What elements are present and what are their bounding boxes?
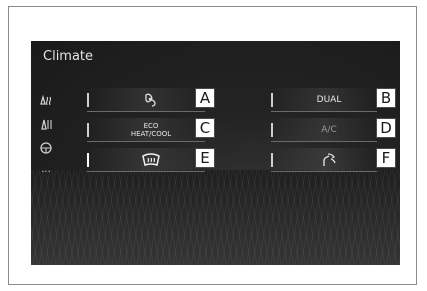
eco-heat-cool-button[interactable]: ECO HEAT/COOL — [87, 118, 205, 142]
more-dots-icon[interactable]: ... — [38, 165, 54, 179]
button-indicator — [87, 153, 89, 167]
fan-defog-button[interactable] — [87, 88, 205, 112]
callout-e: E — [195, 148, 215, 168]
ac-button[interactable]: A/C — [271, 118, 377, 142]
button-indicator — [87, 93, 89, 107]
button-indicator — [271, 153, 273, 167]
eco-label: ECO — [143, 121, 159, 130]
air-intake-icon — [281, 148, 377, 171]
button-indicator — [271, 123, 273, 137]
air-intake-button[interactable] — [271, 148, 377, 172]
dual-label: DUAL — [316, 94, 342, 105]
floor-texture — [31, 170, 400, 265]
callout-a: A — [195, 88, 215, 108]
ac-label: A/C — [321, 124, 337, 135]
screen-title: Climate — [43, 49, 94, 64]
defroster-icon — [97, 148, 205, 171]
seat-heat-icon[interactable] — [38, 93, 54, 107]
callout-c: C — [195, 118, 215, 138]
fan-icon — [97, 88, 205, 111]
button-indicator — [87, 123, 89, 137]
callout-b: B — [376, 88, 396, 108]
dual-button[interactable]: DUAL — [271, 88, 377, 112]
steering-heat-icon[interactable] — [38, 141, 54, 155]
eco-heat-cool-label: ECO HEAT/COOL — [97, 118, 205, 141]
seat-vent-icon[interactable] — [38, 117, 54, 131]
windshield-defroster-button[interactable] — [87, 148, 205, 172]
callout-d: D — [376, 118, 396, 138]
heat-cool-label: HEAT/COOL — [130, 129, 172, 138]
button-indicator — [271, 93, 273, 107]
climate-screen: Climate ... A DUAL B ECO HEAT/COOL C A/C… — [31, 41, 400, 265]
callout-f: F — [376, 148, 396, 168]
